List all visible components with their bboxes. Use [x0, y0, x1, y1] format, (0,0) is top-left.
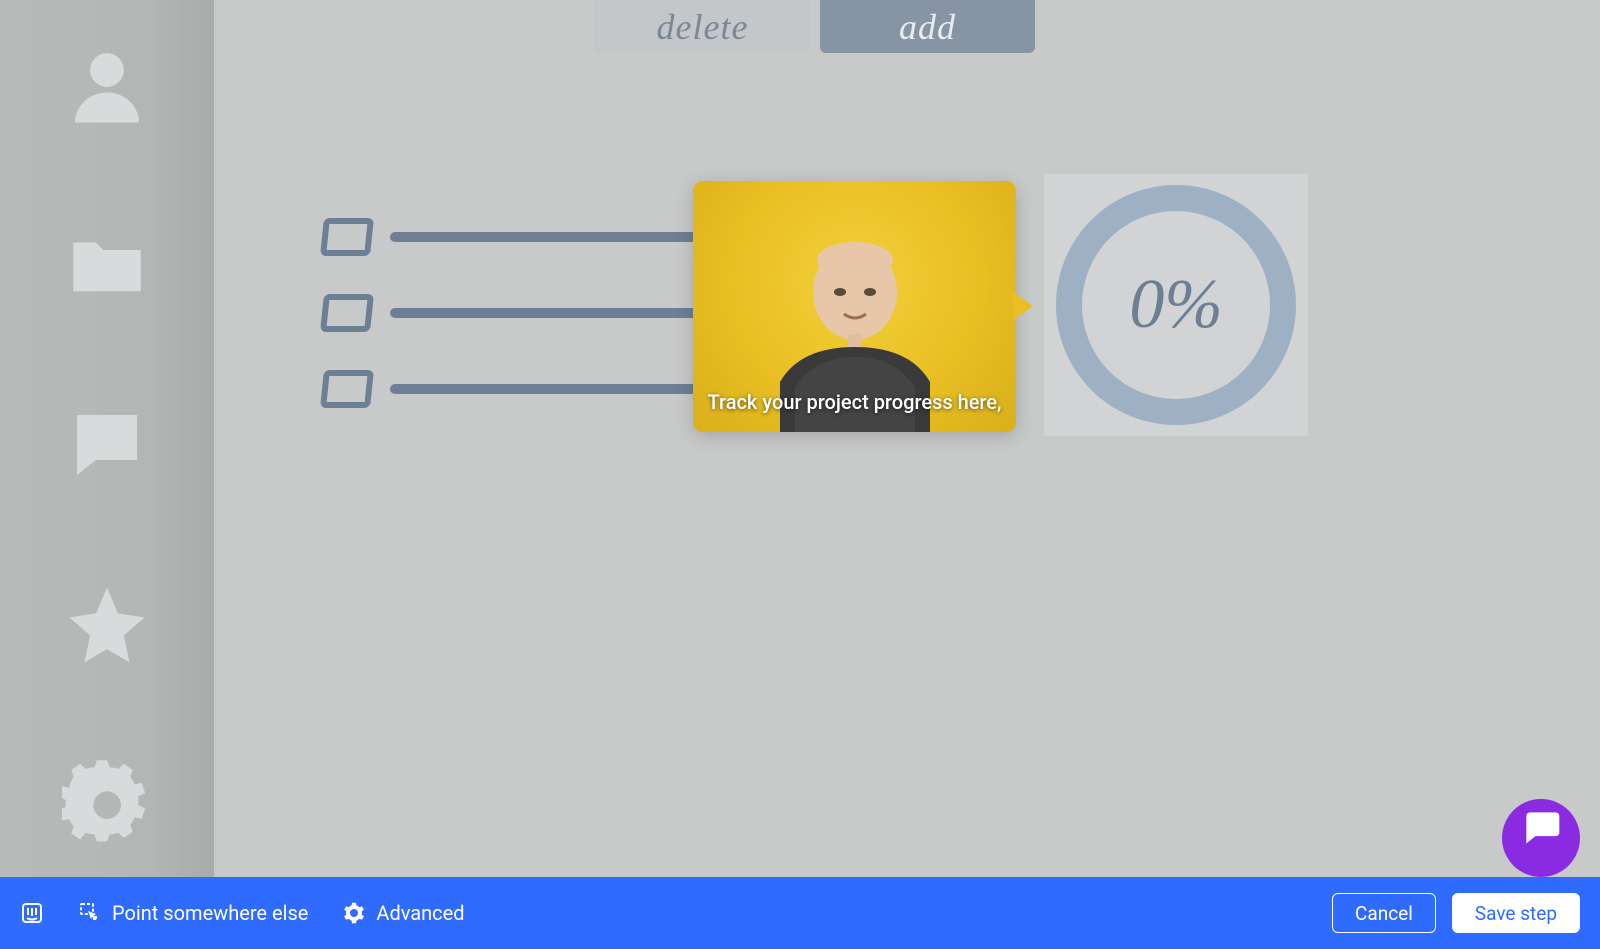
- intercom-logo-icon[interactable]: [20, 901, 44, 925]
- save-step-button[interactable]: Save step: [1452, 893, 1580, 933]
- toolbar-left: Point somewhere else Advanced: [20, 901, 465, 925]
- chat-fab[interactable]: [1502, 799, 1580, 877]
- chat-bubble-icon: [1519, 805, 1563, 849]
- speech-pointer-icon: [1013, 292, 1033, 320]
- star-icon[interactable]: [62, 580, 152, 670]
- header-pills: delete add: [595, 0, 1035, 53]
- profile-icon[interactable]: [62, 40, 152, 130]
- toolbar-right: Cancel Save step: [1332, 893, 1580, 933]
- chat-icon[interactable]: [62, 400, 152, 490]
- checkbox-icon: [320, 370, 374, 408]
- sidebar: [0, 0, 214, 949]
- gear-icon[interactable]: [62, 760, 152, 850]
- point-label: Point somewhere else: [112, 901, 308, 925]
- video-card[interactable]: Track your project progress here,: [693, 181, 1016, 432]
- point-somewhere-else-button[interactable]: Point somewhere else: [78, 901, 308, 925]
- folder-icon[interactable]: [62, 220, 152, 310]
- checkbox-icon: [320, 218, 374, 256]
- advanced-label: Advanced: [376, 901, 464, 925]
- bottom-toolbar: Point somewhere else Advanced Cancel Sav…: [0, 877, 1600, 949]
- progress-ring: 0%: [1056, 185, 1296, 425]
- delete-button[interactable]: delete: [595, 0, 810, 53]
- add-button[interactable]: add: [820, 0, 1035, 53]
- advanced-button[interactable]: Advanced: [342, 901, 464, 925]
- checkbox-icon: [320, 294, 374, 332]
- progress-value: 0%: [1129, 265, 1222, 345]
- video-caption: Track your project progress here,: [693, 390, 1016, 414]
- progress-card: 0%: [1044, 174, 1308, 436]
- cancel-button[interactable]: Cancel: [1332, 893, 1436, 933]
